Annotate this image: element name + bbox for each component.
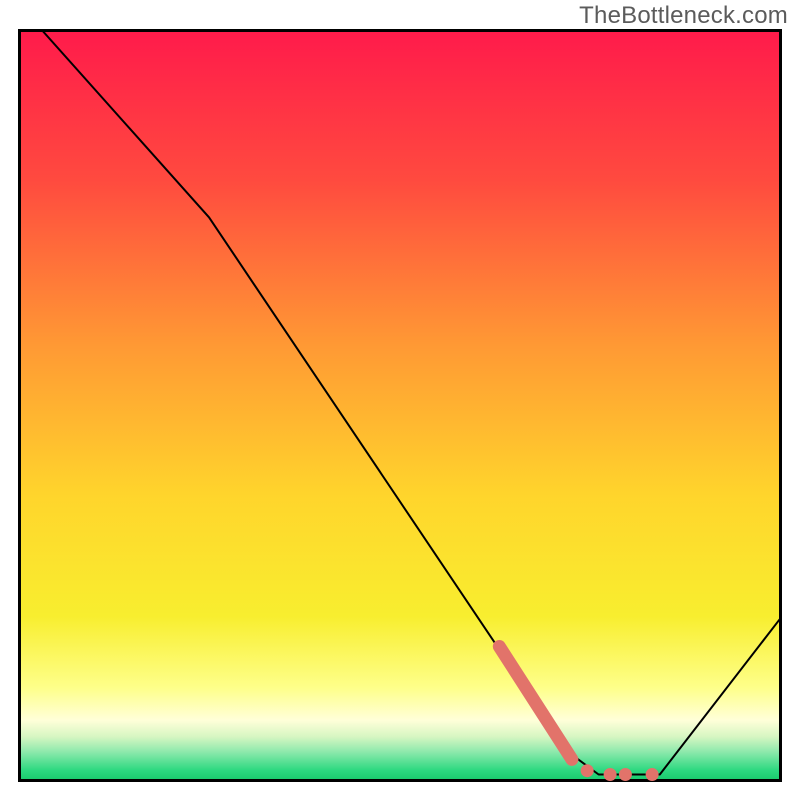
target-range-dot (604, 768, 617, 781)
watermark-label: TheBottleneck.com (579, 2, 788, 30)
target-range-dot (581, 764, 594, 777)
chart-svg (18, 29, 782, 782)
chart-background-gradient (18, 29, 782, 782)
bottleneck-chart (18, 29, 782, 782)
target-range-dot (619, 768, 632, 781)
target-range-dot (646, 768, 659, 781)
